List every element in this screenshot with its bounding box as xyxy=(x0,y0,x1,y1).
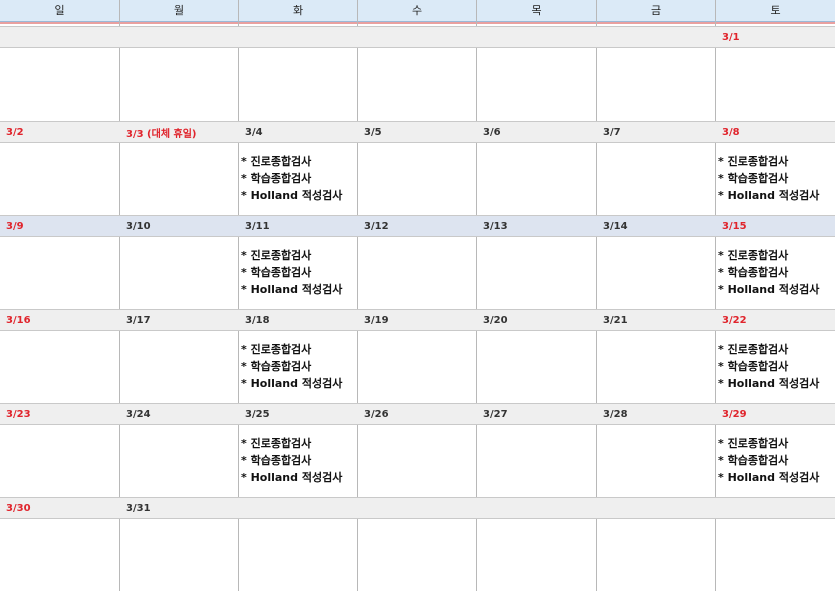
event-item: * 진로종합검사 xyxy=(718,437,789,450)
date-cell[interactable]: 3/25 xyxy=(239,404,358,424)
event-item: * Holland 적성검사 xyxy=(718,471,820,484)
event-item: * 학습종합검사 xyxy=(718,172,789,185)
event-item: * Holland 적성검사 xyxy=(718,189,820,202)
week-date-row: 3/16 3/17 3/18 3/19 3/20 3/21 3/22 xyxy=(0,309,835,331)
event-item: * 학습종합검사 xyxy=(718,360,789,373)
event-list[interactable]: * 진로종합검사 * 학습종합검사 * Holland 적성검사 xyxy=(241,341,342,392)
event-item: * 학습종합검사 xyxy=(241,360,312,373)
date-cell[interactable]: 3/7 xyxy=(597,122,716,142)
date-cell[interactable] xyxy=(0,27,120,47)
event-item: * 학습종합검사 xyxy=(718,266,789,279)
event-item: * 진로종합검사 xyxy=(241,249,312,262)
weekday-mon: 월 xyxy=(120,0,239,21)
event-item: * Holland 적성검사 xyxy=(241,377,343,390)
event-item: * Holland 적성검사 xyxy=(718,283,820,296)
date-cell[interactable]: 3/21 xyxy=(597,310,716,330)
event-list[interactable]: * 진로종합검사 * 학습종합검사 * Holland 적성검사 xyxy=(718,247,819,298)
event-item: * 학습종합검사 xyxy=(241,454,312,467)
event-list[interactable]: * 진로종합검사 * 학습종합검사 * Holland 적성검사 xyxy=(718,341,819,392)
event-item: * 진로종합검사 xyxy=(718,249,789,262)
event-item: * Holland 적성검사 xyxy=(718,377,820,390)
event-item: * 학습종합검사 xyxy=(718,454,789,467)
date-cell[interactable]: 3/13 xyxy=(477,216,597,236)
event-list[interactable]: * 진로종합검사 * 학습종합검사 * Holland 적성검사 xyxy=(241,435,342,486)
date-cell[interactable] xyxy=(239,27,358,47)
date-cell[interactable]: 3/20 xyxy=(477,310,597,330)
date-cell[interactable]: 3/3 (대체 휴일) xyxy=(120,122,239,142)
date-cell[interactable]: 3/8 xyxy=(716,122,835,142)
date-cell[interactable]: 3/15 xyxy=(716,216,835,236)
event-list[interactable]: * 진로종합검사 * 학습종합검사 * Holland 적성검사 xyxy=(241,153,342,204)
date-cell[interactable]: 3/27 xyxy=(477,404,597,424)
date-cell[interactable]: 3/4 xyxy=(239,122,358,142)
date-cell[interactable]: 3/14 xyxy=(597,216,716,236)
date-cell[interactable]: 3/22 xyxy=(716,310,835,330)
date-cell[interactable]: 3/16 xyxy=(0,310,120,330)
march-calendar: 일 월 화 수 목 금 토 3/1 3/2 3/3 (대체 휴일) 3/4 3/5 3/6… xyxy=(0,0,835,591)
weekday-header: 일 월 화 수 목 금 토 xyxy=(0,0,835,22)
week-date-row: 3/1 xyxy=(0,26,835,48)
date-cell[interactable]: 3/11 xyxy=(239,216,358,236)
event-item: * Holland 적성검사 xyxy=(241,189,343,202)
date-cell[interactable] xyxy=(120,27,239,47)
event-item: * 진로종합검사 xyxy=(718,155,789,168)
weekday-wed: 수 xyxy=(358,0,477,21)
date-cell[interactable]: 3/9 xyxy=(0,216,120,236)
week-date-row: 3/9 3/10 3/11 3/12 3/13 3/14 3/15 xyxy=(0,215,835,237)
weekday-sun: 일 xyxy=(0,0,120,21)
date-cell[interactable]: 3/26 xyxy=(358,404,477,424)
event-item: * 진로종합검사 xyxy=(241,155,312,168)
weekday-sat: 토 xyxy=(770,4,781,17)
event-list[interactable]: * 진로종합검사 * 학습종합검사 * Holland 적성검사 xyxy=(241,247,342,298)
date-cell[interactable]: 3/12 xyxy=(358,216,477,236)
date-cell[interactable]: 3/10 xyxy=(120,216,239,236)
date-cell[interactable] xyxy=(358,498,477,518)
week-date-row: 3/23 3/24 3/25 3/26 3/27 3/28 3/29 xyxy=(0,403,835,425)
date-cell[interactable] xyxy=(239,498,358,518)
date-cell[interactable] xyxy=(477,27,597,47)
date-cell[interactable]: 3/17 xyxy=(120,310,239,330)
date-cell[interactable] xyxy=(597,27,716,47)
date-cell[interactable]: 3/24 xyxy=(120,404,239,424)
date-cell[interactable]: 3/18 xyxy=(239,310,358,330)
date-cell[interactable]: 3/23 xyxy=(0,404,120,424)
week-date-row: 3/2 3/3 (대체 휴일) 3/4 3/5 3/6 3/7 3/8 xyxy=(0,121,835,143)
event-item: * 진로종합검사 xyxy=(241,437,312,450)
event-item: * Holland 적성검사 xyxy=(241,471,343,484)
date-cell[interactable] xyxy=(597,498,716,518)
event-list[interactable]: * 진로종합검사 * 학습종합검사 * Holland 적성검사 xyxy=(718,435,819,486)
event-list[interactable]: * 진로종합검사 * 학습종합검사 * Holland 적성검사 xyxy=(718,153,819,204)
weekday-fri: 금 xyxy=(597,0,716,21)
date-cell[interactable]: 3/6 xyxy=(477,122,597,142)
date-cell[interactable] xyxy=(716,498,835,518)
date-cell[interactable]: 3/29 xyxy=(716,404,835,424)
date-cell[interactable]: 3/2 xyxy=(0,122,120,142)
date-cell[interactable]: 3/1 xyxy=(716,27,835,47)
weekday-tue: 화 xyxy=(239,0,358,21)
date-cell[interactable] xyxy=(358,27,477,47)
header-divider xyxy=(0,22,835,24)
event-item: * 진로종합검사 xyxy=(241,343,312,356)
event-item: * 학습종합검사 xyxy=(241,266,312,279)
event-item: * 학습종합검사 xyxy=(241,172,312,185)
date-cell[interactable]: 3/30 xyxy=(0,498,120,518)
weekday-thu: 목 xyxy=(477,0,597,21)
date-cell[interactable]: 3/31 xyxy=(120,498,239,518)
event-item: * Holland 적성검사 xyxy=(241,283,343,296)
event-item: * 진로종합검사 xyxy=(718,343,789,356)
date-cell[interactable]: 3/28 xyxy=(597,404,716,424)
week-date-row: 3/30 3/31 xyxy=(0,497,835,519)
date-cell[interactable]: 3/5 xyxy=(358,122,477,142)
date-cell[interactable]: 3/19 xyxy=(358,310,477,330)
date-cell[interactable] xyxy=(477,498,597,518)
